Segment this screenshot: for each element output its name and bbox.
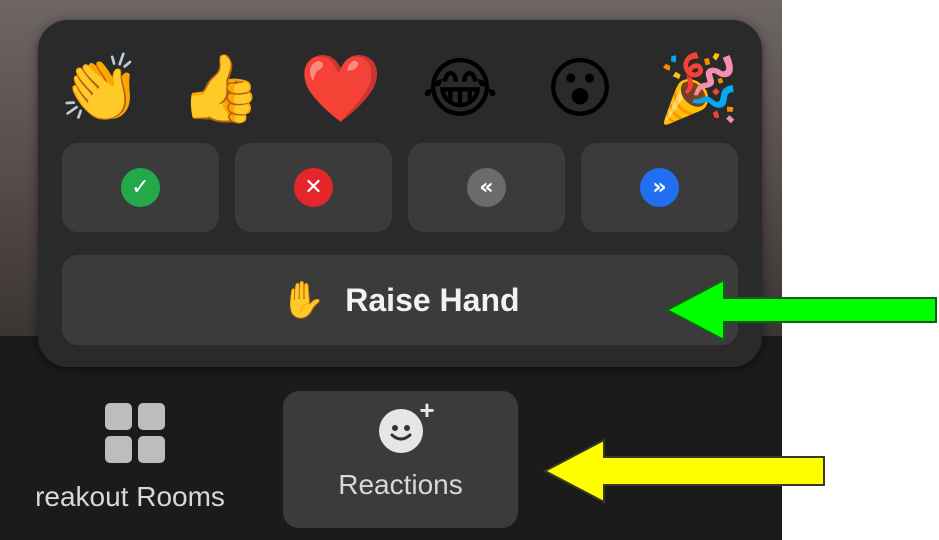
green-arrow-annotation: [664, 278, 937, 342]
breakout-rooms-icon: [105, 403, 165, 463]
reactions-button[interactable]: + Reactions: [283, 391, 518, 528]
yellow-arrow-annotation: [542, 438, 825, 504]
no-button[interactable]: ✕: [235, 143, 392, 232]
check-icon: ✓: [121, 168, 160, 207]
surprised-emoji[interactable]: 😮: [535, 44, 625, 134]
double-chevron-right-icon: »: [640, 168, 679, 207]
yes-button[interactable]: ✓: [62, 143, 219, 232]
reaction-smiley-icon: +: [378, 395, 435, 453]
breakout-rooms-button[interactable]: reakout Rooms: [0, 391, 270, 528]
thumbs-up-emoji[interactable]: 👍: [176, 44, 266, 134]
raise-hand-button[interactable]: ✋ Raise Hand: [62, 255, 738, 345]
reactions-label: Reactions: [338, 469, 463, 500]
heart-emoji[interactable]: ❤️: [296, 44, 386, 134]
party-popper-emoji[interactable]: 🎉: [654, 44, 744, 134]
raised-hand-icon: ✋: [280, 280, 326, 321]
double-chevron-left-icon: «: [467, 168, 506, 207]
breakout-rooms-label: reakout Rooms: [35, 481, 225, 512]
tears-of-joy-emoji[interactable]: 😂: [415, 44, 505, 134]
close-icon: ✕: [294, 168, 333, 207]
emoji-reaction-row: 👏 👍 ❤️ 😂 😮 🎉: [38, 44, 762, 134]
raise-hand-label: Raise Hand: [345, 281, 520, 318]
slower-button[interactable]: «: [408, 143, 565, 232]
clapping-hands-emoji[interactable]: 👏: [56, 44, 146, 134]
faster-button[interactable]: »: [581, 143, 738, 232]
